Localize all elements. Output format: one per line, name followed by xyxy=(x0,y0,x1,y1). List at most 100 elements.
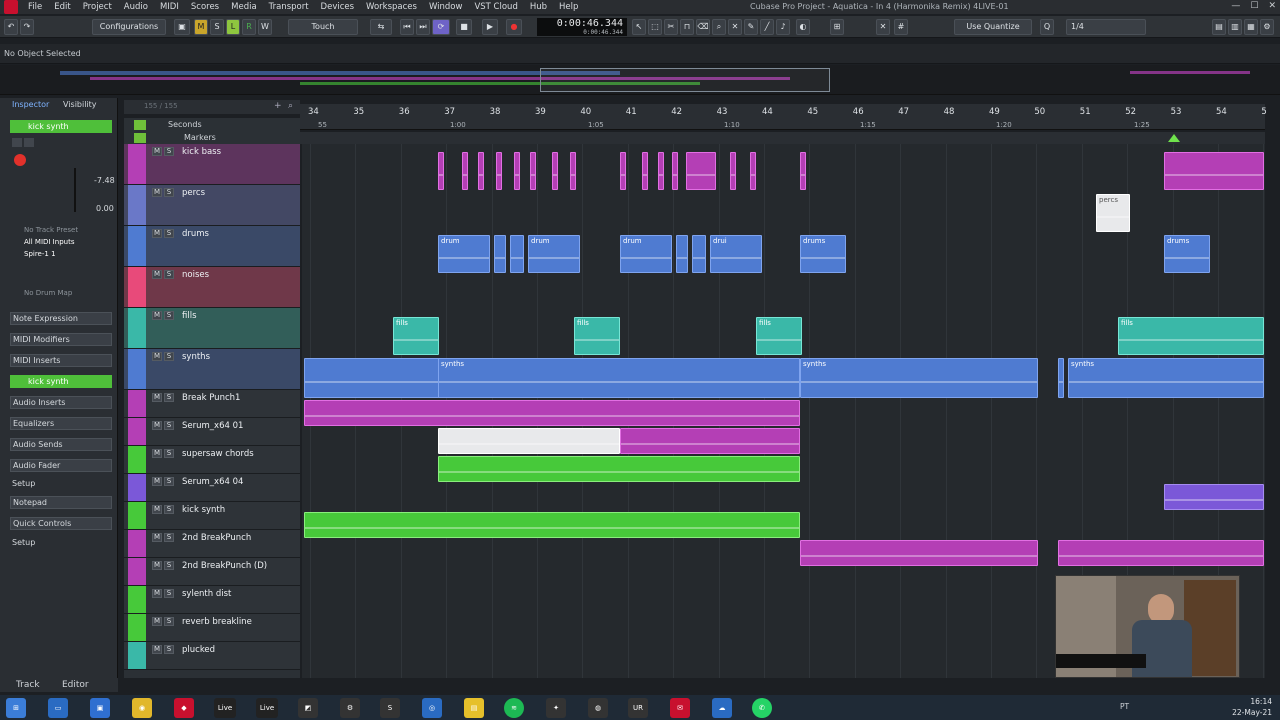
solo-button-inspector[interactable] xyxy=(24,138,34,147)
section-notepad[interactable]: Notepad xyxy=(10,496,112,509)
mute-button[interactable]: M xyxy=(152,421,162,430)
menu-hub[interactable]: Hub xyxy=(524,0,553,14)
play-icon[interactable]: ▶ xyxy=(482,19,498,35)
event-clip[interactable]: fills xyxy=(756,317,802,355)
fast-forward-icon[interactable]: ⏭ xyxy=(416,19,430,35)
section-setup-2[interactable]: Setup xyxy=(12,538,35,547)
event-clip[interactable] xyxy=(510,235,524,273)
solo-button[interactable]: S xyxy=(164,533,174,542)
configurations-button[interactable]: Configurations xyxy=(92,19,166,35)
zoom-tool-icon[interactable]: ⌕ xyxy=(712,19,726,35)
section-audio-inserts[interactable]: Audio Inserts xyxy=(10,396,112,409)
solo-button[interactable]: S xyxy=(164,645,174,654)
track-color-strip[interactable] xyxy=(128,267,146,307)
menu-midi[interactable]: MIDI xyxy=(154,0,185,14)
track-header[interactable]: M S 2nd BreakPunch (D) xyxy=(124,558,300,586)
menu-audio[interactable]: Audio xyxy=(118,0,154,14)
event-clip[interactable] xyxy=(1164,484,1264,510)
cloud-icon[interactable]: ☁ xyxy=(712,698,732,718)
mute-tool-icon[interactable]: ✕ xyxy=(728,19,742,35)
stop-icon[interactable]: ■ xyxy=(456,19,472,35)
track-color-strip[interactable] xyxy=(128,474,146,501)
live-taskbar-icon-2[interactable]: Live xyxy=(256,698,278,718)
event-clip[interactable] xyxy=(692,235,706,273)
event-clip[interactable] xyxy=(552,152,558,190)
event-clip[interactable] xyxy=(1058,358,1064,398)
mute-button[interactable]: M xyxy=(152,311,162,320)
record-enable-icon[interactable] xyxy=(14,154,26,166)
start-icon[interactable]: ⊞ xyxy=(6,698,26,718)
track-name[interactable]: reverb breakline xyxy=(182,617,252,627)
mute-button[interactable]: M xyxy=(152,505,162,514)
glue-tool-icon[interactable]: ⊓ xyxy=(680,19,694,35)
event-clip[interactable] xyxy=(642,152,648,190)
event-clip[interactable] xyxy=(620,152,626,190)
solo-button[interactable]: S xyxy=(164,270,174,279)
menu-window[interactable]: Window xyxy=(423,0,469,14)
rewind-icon[interactable]: ⏮ xyxy=(400,19,414,35)
track-header[interactable]: M S Serum_x64 01 xyxy=(124,418,300,446)
track-name[interactable]: drums xyxy=(182,229,209,239)
event-clip[interactable] xyxy=(686,152,716,190)
menu-vst-cloud[interactable]: VST Cloud xyxy=(468,0,523,14)
event-clip[interactable] xyxy=(496,152,502,190)
event-clip[interactable] xyxy=(570,152,576,190)
event-clip[interactable] xyxy=(676,235,688,273)
track-name[interactable]: Serum_x64 01 xyxy=(182,421,243,431)
event-clip[interactable] xyxy=(494,235,506,273)
record-icon[interactable]: ● xyxy=(506,19,522,35)
event-clip[interactable] xyxy=(438,456,800,482)
range-tool-icon[interactable]: ⬚ xyxy=(648,19,662,35)
event-clip[interactable]: synths xyxy=(1068,358,1264,398)
erase-tool-icon[interactable]: ⌫ xyxy=(696,19,710,35)
event-clip[interactable] xyxy=(800,540,1038,566)
track-name[interactable]: fills xyxy=(182,311,197,321)
event-clip[interactable]: percs xyxy=(1096,194,1130,232)
marker-flag-icon[interactable] xyxy=(1168,134,1180,142)
section-note-expression[interactable]: Note Expression xyxy=(10,312,112,325)
drum-map[interactable]: No Drum Map xyxy=(24,289,72,297)
nudge-icon[interactable]: ⇆ xyxy=(370,19,392,35)
folder-icon[interactable]: ▤ xyxy=(464,698,484,718)
quantize-mode-select[interactable]: Use Quantize xyxy=(954,19,1032,35)
chrome-icon[interactable]: ◉ xyxy=(132,698,152,718)
settings-taskbar-icon[interactable]: ⚙ xyxy=(340,698,360,718)
solo-button[interactable]: S xyxy=(210,19,224,35)
track-color-strip[interactable] xyxy=(128,586,146,613)
event-clip[interactable]: drum xyxy=(528,235,580,273)
solo-button[interactable]: S xyxy=(164,505,174,514)
add-track-icon[interactable]: + xyxy=(274,101,282,111)
solo-button[interactable]: S xyxy=(164,449,174,458)
mute-button[interactable]: M xyxy=(152,645,162,654)
color-tool-icon[interactable]: ◐ xyxy=(796,19,810,35)
event-clip[interactable] xyxy=(1164,152,1264,190)
track-name[interactable]: sylenth dist xyxy=(182,589,231,599)
minimize-icon[interactable]: — xyxy=(1231,1,1240,11)
event-clip[interactable]: drums xyxy=(800,235,846,273)
solo-button[interactable]: S xyxy=(164,311,174,320)
track-header[interactable]: M S 2nd BreakPunch xyxy=(124,530,300,558)
track-name[interactable]: kick bass xyxy=(182,147,221,157)
event-clip[interactable] xyxy=(672,152,678,190)
track-header[interactable]: M Splucked xyxy=(124,642,300,670)
listen-button[interactable]: L xyxy=(226,19,240,35)
solo-button[interactable]: S xyxy=(164,589,174,598)
mute-button[interactable]: M xyxy=(152,393,162,402)
maximize-icon[interactable]: ☐ xyxy=(1250,1,1258,11)
track-color-strip[interactable] xyxy=(128,614,146,641)
close-icon[interactable]: ✕ xyxy=(1268,1,1276,11)
spotify-icon[interactable]: ≋ xyxy=(504,698,524,718)
solo-button[interactable]: S xyxy=(164,561,174,570)
track-name[interactable]: synths xyxy=(182,352,210,362)
lock-icon[interactable]: ▣ xyxy=(174,19,190,35)
track-color-strip[interactable] xyxy=(128,308,146,348)
mute-button[interactable] xyxy=(12,138,22,147)
section-track-name[interactable]: kick synth xyxy=(10,375,112,388)
event-clip[interactable]: drum xyxy=(438,235,490,273)
menu-transport[interactable]: Transport xyxy=(263,0,315,14)
track-name[interactable]: Break Punch1 xyxy=(182,393,240,403)
event-clip[interactable]: synths xyxy=(438,358,800,398)
midi-output[interactable]: Spire-1 1 xyxy=(24,250,56,258)
track-header[interactable]: M Ssynths xyxy=(124,349,300,390)
event-clip[interactable]: drums xyxy=(1164,235,1210,273)
